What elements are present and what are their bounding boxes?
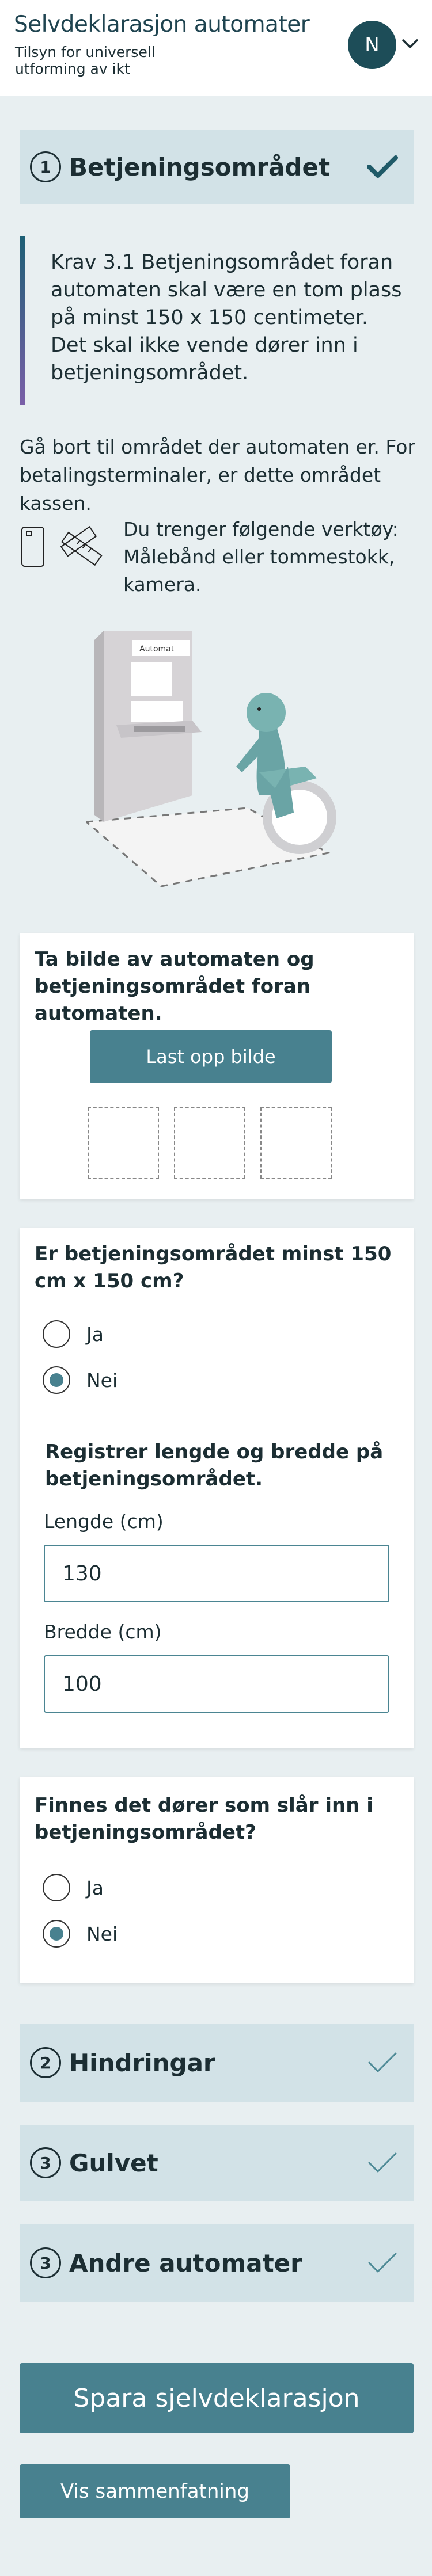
register-title: Registrer lengde og bredde på betjenings… bbox=[45, 1441, 384, 1491]
user-avatar[interactable]: N bbox=[348, 21, 396, 69]
section-title: Gulvet bbox=[69, 2148, 158, 2177]
section-number: 3 bbox=[30, 2147, 61, 2178]
section-title: Andre automater bbox=[69, 2249, 302, 2277]
width-input[interactable]: 100 bbox=[44, 1655, 389, 1713]
section-header-gulvet[interactable]: 3 Gulvet bbox=[20, 2125, 414, 2201]
radio-label: Ja bbox=[86, 1876, 104, 1899]
checkmark-outline-icon bbox=[365, 2045, 400, 2080]
requirement-accent-bar bbox=[20, 236, 25, 405]
width-label: Bredde (cm) bbox=[44, 1621, 162, 1643]
length-input[interactable]: 130 bbox=[44, 1545, 389, 1602]
radio-label: Ja bbox=[86, 1323, 104, 1346]
radio-ja[interactable]: Ja bbox=[43, 1320, 104, 1348]
radio-ja[interactable]: Ja bbox=[43, 1874, 104, 1901]
section-header-andre-automater[interactable]: 3 Andre automater bbox=[20, 2224, 414, 2302]
radio-circle[interactable] bbox=[43, 1874, 70, 1901]
radio-label: Nei bbox=[86, 1922, 118, 1945]
photo-thumbnail-slot[interactable] bbox=[260, 1107, 332, 1179]
chevron-down-icon[interactable] bbox=[399, 32, 422, 55]
radio-circle-selected[interactable] bbox=[43, 1366, 70, 1394]
photo-thumbnail-slot[interactable] bbox=[174, 1107, 245, 1179]
accessibility-illustration: Automat bbox=[84, 623, 340, 887]
section-title: Hindringar bbox=[69, 2048, 215, 2077]
length-label: Lengde (cm) bbox=[44, 1510, 164, 1533]
tools-text: Du trenger følgende verktøy: Målebånd el… bbox=[123, 518, 399, 596]
requirement-text: Krav 3.1 Betjeningsområdet foran automat… bbox=[51, 251, 402, 384]
tools-icon bbox=[20, 521, 112, 573]
section-number: 2 bbox=[30, 2047, 61, 2078]
radio-label: Nei bbox=[86, 1369, 118, 1392]
radio-selected-dot bbox=[50, 1373, 63, 1387]
app-subtitle: Tilsyn for universell utforming av ikt bbox=[15, 44, 156, 77]
intro-text: Gå bort til området der automaten er. Fo… bbox=[20, 436, 415, 515]
show-summary-button[interactable]: Vis sammenfatning bbox=[20, 2464, 290, 2518]
section-number: 3 bbox=[30, 2247, 61, 2278]
checkmark-icon bbox=[365, 150, 400, 184]
save-declaration-button[interactable]: Spara sjelvdeklarasjon bbox=[20, 2363, 414, 2433]
radio-circle-selected[interactable] bbox=[43, 1920, 70, 1948]
section-header-hindringar[interactable]: 2 Hindringar bbox=[20, 2024, 414, 2102]
radio-selected-dot bbox=[50, 1927, 63, 1941]
section-number: 1 bbox=[30, 151, 61, 182]
section-header-betjeningsomradet[interactable]: 1 Betjeningsområdet bbox=[20, 130, 414, 204]
upload-photo-button[interactable]: Last opp bilde bbox=[90, 1030, 332, 1083]
avatar-initial: N bbox=[365, 33, 380, 56]
photo-thumbnail-slot[interactable] bbox=[88, 1107, 159, 1179]
radio-nei[interactable]: Nei bbox=[43, 1920, 118, 1948]
radio-nei[interactable]: Nei bbox=[43, 1366, 118, 1394]
app-title: Selvdeklarasjon automater bbox=[14, 12, 310, 37]
section-title: Betjeningsområdet bbox=[69, 153, 331, 181]
size-question: Er betjeningsområdet minst 150 cm x 150 … bbox=[35, 1243, 392, 1293]
radio-circle[interactable] bbox=[43, 1320, 70, 1348]
checkmark-outline-icon bbox=[365, 2146, 400, 2180]
photo-card-title: Ta bilde av automaten og betjeningsområd… bbox=[35, 948, 314, 1025]
machine-label: Automat bbox=[139, 645, 175, 654]
door-question: Finnes det dører som slår inn i betjenin… bbox=[35, 1794, 373, 1844]
checkmark-outline-icon bbox=[365, 2246, 400, 2280]
